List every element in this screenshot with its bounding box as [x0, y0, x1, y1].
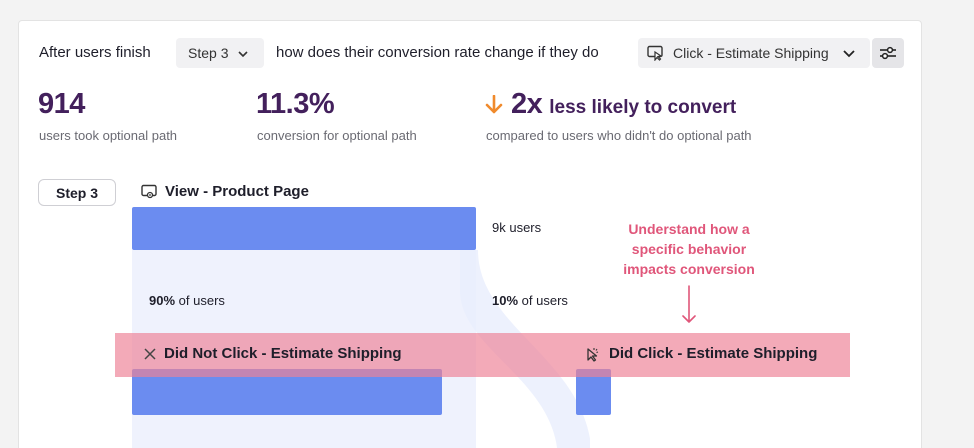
callout-line: specific behavior — [631, 241, 747, 257]
step-event-label: View - Product Page — [165, 183, 309, 200]
not-did-percent-suffix: of users — [178, 293, 225, 308]
outcome-not-did-bold: Not — [192, 345, 218, 362]
comparison-caption: compared to users who didn't do optional… — [486, 128, 752, 143]
comparison-headline: 2x less likely to convert — [485, 88, 736, 121]
page-view-icon — [141, 184, 159, 200]
did-percent-value: 10% — [492, 293, 519, 308]
click-cursor-icon — [647, 45, 665, 61]
outcome-not-did-label: Did Not Click - Estimate Shipping — [164, 345, 402, 362]
query-prefix: After users finish — [39, 44, 151, 61]
settings-button[interactable] — [872, 38, 904, 68]
outcome-did-label: Did Click - Estimate Shipping — [609, 345, 818, 362]
callout-line: Understand how a — [628, 221, 750, 237]
metric-users-caption: users took optional path — [39, 128, 178, 143]
chevron-down-icon — [842, 45, 855, 61]
not-did-percent-value: 90% — [149, 293, 176, 308]
chevron-down-icon — [238, 45, 249, 61]
not-did-percent: 90% of users — [149, 293, 225, 308]
outcome-not-did[interactable]: Did Not Click - Estimate Shipping — [144, 345, 402, 362]
step-event-title: View - Product Page — [141, 183, 309, 200]
did-percent-suffix: of users — [521, 293, 568, 308]
step-bar[interactable] — [132, 207, 476, 250]
callout-arrow-icon — [682, 285, 696, 330]
metric-users-value: 914 — [38, 88, 85, 120]
callout-text: Understand how a specific behavior impac… — [599, 219, 779, 279]
event-select-value: Click - Estimate Shipping — [673, 45, 829, 61]
arrow-down-icon — [485, 94, 503, 115]
step-select[interactable]: Step 3 — [176, 38, 264, 68]
event-select[interactable]: Click - Estimate Shipping — [638, 38, 870, 68]
conversion-card: After users finish Step 3 how does their… — [18, 20, 922, 448]
did-percent: 10% of users — [492, 293, 568, 308]
query-middle: how does their conversion rate change if… — [276, 44, 599, 61]
callout-line: impacts conversion — [623, 261, 755, 277]
sliders-icon — [879, 45, 897, 61]
step-badge-label: Step 3 — [55, 184, 98, 201]
comparison-value: 2x — [511, 88, 543, 120]
outcome-did[interactable]: Did Click - Estimate Shipping — [585, 345, 817, 362]
step-users: 9k users — [492, 220, 542, 235]
step-select-value: Step 3 — [188, 45, 229, 61]
comparison-tail: less likely to convert — [549, 97, 737, 118]
click-cursor-icon — [585, 346, 601, 362]
close-icon — [144, 347, 156, 360]
metric-conversion-value: 11.3% — [256, 88, 335, 120]
metric-conversion-caption: conversion for optional path — [257, 128, 417, 143]
step-badge: Step 3 — [38, 179, 116, 206]
outcome-not-did-post: Click - Estimate Shipping — [217, 345, 402, 362]
outcome-not-did-pre: Did — [164, 345, 193, 362]
